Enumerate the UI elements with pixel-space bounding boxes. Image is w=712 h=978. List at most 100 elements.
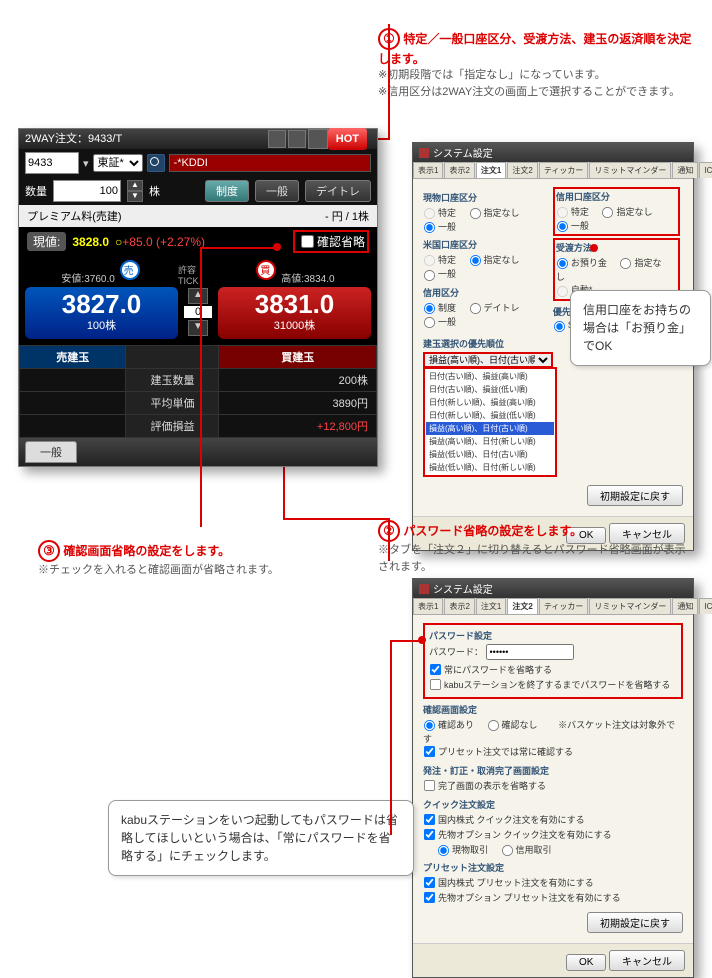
btn-seido[interactable]: 制度 bbox=[205, 180, 249, 202]
twoway-panel: 2WAY注文：9433/T HOT ▾ 東証* -*KDDI 数量 ▲▼ 株 制… bbox=[18, 128, 378, 467]
row-avg-label: 平均単価 bbox=[126, 392, 219, 415]
r-uk-auto[interactable] bbox=[557, 285, 568, 296]
password-input[interactable] bbox=[486, 644, 574, 660]
priority-option[interactable]: 損益(高い順)、日付(古い順) bbox=[426, 422, 554, 435]
unit-label: 株 bbox=[149, 183, 160, 199]
priority-option[interactable]: 日付(古い順)、損益(高い順) bbox=[426, 370, 554, 383]
r-yu-sor[interactable] bbox=[554, 320, 565, 331]
r-uk-oazukari[interactable] bbox=[557, 258, 568, 269]
chk-until-exit-skip-pw[interactable] bbox=[430, 679, 441, 690]
tab-ティッカー[interactable]: ティッカー bbox=[539, 598, 589, 614]
sell-icon bbox=[120, 260, 140, 280]
tab-表示1[interactable]: 表示1 bbox=[413, 598, 443, 614]
tick-down-icon[interactable]: ▼ bbox=[188, 320, 208, 336]
dlg2-title: システム設定 bbox=[433, 581, 493, 596]
pw-label: パスワード： bbox=[429, 647, 483, 657]
r-quick-genbutsu[interactable] bbox=[438, 845, 449, 856]
r-sk-ippan[interactable] bbox=[424, 317, 435, 328]
tick-label: 許容 TICK bbox=[178, 263, 218, 286]
dlg1-title: システム設定 bbox=[433, 145, 493, 160]
buy-button[interactable]: 3831.0 31000株 bbox=[218, 287, 371, 339]
tick-up-icon[interactable]: ▲ bbox=[188, 288, 208, 304]
tab-リミットマインダー[interactable]: リミットマインダー bbox=[589, 598, 671, 614]
r-sh-ippan[interactable] bbox=[557, 221, 568, 232]
tick-value: 0 bbox=[184, 306, 212, 318]
priority-option[interactable]: 日付(新しい順)、損益(高い順) bbox=[426, 396, 554, 409]
search-icon[interactable] bbox=[147, 154, 165, 172]
gear-icon[interactable] bbox=[308, 129, 328, 149]
tab-表示2[interactable]: 表示2 bbox=[444, 598, 474, 614]
r-sk-seido[interactable] bbox=[424, 303, 435, 314]
chk-skip-exec[interactable] bbox=[424, 780, 435, 791]
grp-quick: クイック注文設定 bbox=[423, 798, 683, 811]
r-quick-shinyo[interactable] bbox=[502, 845, 513, 856]
tab-注文1[interactable]: 注文1 bbox=[476, 162, 506, 178]
skip-confirm-checkbox[interactable] bbox=[301, 235, 314, 248]
btn-daytrade[interactable]: デイトレ bbox=[305, 180, 371, 202]
tab-IC指値[interactable]: IC指値 bbox=[699, 162, 712, 178]
chk-preset-futop[interactable] bbox=[424, 892, 435, 903]
r-us-none[interactable] bbox=[470, 255, 481, 266]
row-qty-label: 建玉数量 bbox=[126, 369, 219, 392]
grp-confirm: 確認画面設定 bbox=[423, 703, 683, 716]
foot-tab[interactable]: 一般 bbox=[25, 441, 77, 463]
r-sh-none[interactable] bbox=[602, 207, 613, 218]
r-sk-daytrade[interactable] bbox=[470, 303, 481, 314]
priority-option[interactable]: 日付(古い順)、損益(低い順) bbox=[426, 383, 554, 396]
twoway-titlebar: 2WAY注文：9433/T HOT bbox=[19, 129, 377, 149]
tab-注文2[interactable]: 注文2 bbox=[507, 598, 537, 614]
priority-option[interactable]: 日付(新しい順)、損益(低い順) bbox=[426, 409, 554, 422]
hot-badge[interactable]: HOT bbox=[328, 128, 367, 150]
callout-3-title: 確認画面省略の設定をします。 bbox=[63, 544, 230, 558]
order-priority-select[interactable]: 損益(高い順)、日付(古い順) bbox=[423, 352, 553, 368]
priority-option[interactable]: 損益(低い順)、日付(古い順) bbox=[426, 448, 554, 461]
tab-注文1[interactable]: 注文1 bbox=[476, 598, 506, 614]
r-gen-ippan[interactable] bbox=[424, 222, 435, 233]
r-gen-none[interactable] bbox=[470, 208, 481, 219]
twoway-title: 2WAY注文：9433/T bbox=[25, 129, 266, 149]
tab-通知[interactable]: 通知 bbox=[672, 598, 698, 614]
sell-price: 3827.0 bbox=[25, 291, 178, 317]
tab-IC指値[interactable]: IC指値 bbox=[699, 598, 712, 614]
r-uk-none[interactable] bbox=[620, 258, 631, 269]
tab-表示1[interactable]: 表示1 bbox=[413, 162, 443, 178]
order-priority-options[interactable]: 日付(古い順)、損益(高い順)日付(古い順)、損益(低い順)日付(新しい順)、損… bbox=[423, 367, 557, 477]
qty-up-icon[interactable]: ▲ bbox=[127, 180, 143, 191]
chk-always-skip-pw[interactable] bbox=[430, 664, 441, 675]
priority-option[interactable]: 損益(低い順)、日付(新しい順) bbox=[426, 461, 554, 474]
btn-ippan[interactable]: 一般 bbox=[255, 180, 299, 202]
r-us-ippan[interactable] bbox=[424, 269, 435, 280]
tab-ティッカー[interactable]: ティッカー bbox=[539, 162, 589, 178]
qty-down-icon[interactable]: ▼ bbox=[127, 191, 143, 202]
row-pl-label: 評価損益 bbox=[126, 415, 219, 438]
pin-icon[interactable] bbox=[288, 130, 306, 148]
tab-リミットマインダー[interactable]: リミットマインダー bbox=[589, 162, 671, 178]
chk-preset-confirm[interactable] bbox=[424, 746, 435, 757]
settings-dialog-2: システム設定 表示1表示2注文1注文2ティッカーリミットマインダー通知IC指値注… bbox=[412, 578, 694, 978]
tab-注文2[interactable]: 注文2 bbox=[507, 162, 537, 178]
callout-1-title: 特定／一般口座区分、受渡方法、建玉の返済順を決定します。 bbox=[378, 32, 691, 66]
reset-button-2[interactable]: 初期設定に戻す bbox=[587, 912, 683, 933]
priority-option[interactable]: 損益(高い順)、日付(新しい順) bbox=[426, 435, 554, 448]
qty-input[interactable] bbox=[53, 180, 121, 202]
r-gen-tokutei[interactable] bbox=[424, 208, 435, 219]
tab-表示2[interactable]: 表示2 bbox=[444, 162, 474, 178]
r-conf-yes[interactable] bbox=[424, 720, 435, 731]
help-icon[interactable] bbox=[268, 130, 286, 148]
tab-通知[interactable]: 通知 bbox=[672, 162, 698, 178]
chk-preset-stock[interactable] bbox=[424, 877, 435, 888]
r-us-tokutei[interactable] bbox=[424, 255, 435, 266]
r-conf-no[interactable] bbox=[488, 720, 499, 731]
sell-button[interactable]: 3827.0 100株 bbox=[25, 287, 178, 339]
current-label: 現値: bbox=[27, 232, 66, 251]
stock-code-input[interactable] bbox=[25, 152, 79, 174]
buy-icon bbox=[256, 260, 276, 280]
r-sh-tokutei[interactable] bbox=[557, 207, 568, 218]
cancel-button-2[interactable]: キャンセル bbox=[609, 950, 685, 971]
chk-quick-stock[interactable] bbox=[424, 814, 435, 825]
reset-button[interactable]: 初期設定に戻す bbox=[587, 485, 683, 506]
ok-button-2[interactable]: OK bbox=[566, 954, 606, 971]
code-down-icon[interactable]: ▾ bbox=[83, 157, 89, 170]
market-select[interactable]: 東証* bbox=[93, 154, 143, 172]
chk-quick-futop[interactable] bbox=[424, 829, 435, 840]
